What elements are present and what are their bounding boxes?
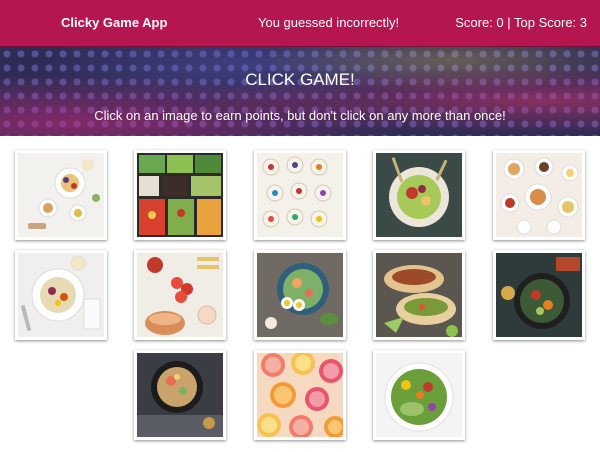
- oatmeal-image: [18, 253, 104, 337]
- grain-bowl-image: [137, 353, 223, 437]
- app-brand[interactable]: Clicky Game App: [61, 15, 167, 30]
- image-card-9[interactable]: [373, 250, 465, 340]
- game-title: CLICK GAME!: [245, 70, 355, 89]
- image-card-5[interactable]: [493, 150, 585, 240]
- image-card-2[interactable]: [134, 150, 226, 240]
- tarts-image: [257, 153, 343, 237]
- salad-plate-image: [376, 153, 462, 237]
- tomatoes-image: [137, 253, 223, 337]
- navbar: Clicky Game App You guessed incorrectly!…: [0, 0, 600, 47]
- poke-bowl-image: [257, 253, 343, 337]
- salad-bowl-image: [376, 353, 462, 437]
- brunch-image: [496, 153, 582, 237]
- score-display: Score: 0 | Top Score: 3: [455, 15, 587, 30]
- image-card-3[interactable]: [254, 150, 346, 240]
- breakfast-image: [18, 153, 104, 237]
- skillet-image: [496, 253, 582, 337]
- salad-bowls-image: [137, 153, 223, 237]
- image-card-4[interactable]: [373, 150, 465, 240]
- image-card-13[interactable]: [373, 350, 465, 440]
- game-instructions: Click on an image to earn points, but do…: [94, 108, 506, 123]
- image-card-10[interactable]: [493, 250, 585, 340]
- image-card-1[interactable]: [15, 150, 107, 240]
- guess-message: You guessed incorrectly!: [258, 15, 400, 30]
- image-card-11[interactable]: [134, 350, 226, 440]
- citrus-image: [257, 353, 343, 437]
- image-card-12[interactable]: [254, 350, 346, 440]
- image-card-6[interactable]: [15, 250, 107, 340]
- header-banner: CLICK GAME! Click on an image to earn po…: [0, 47, 600, 136]
- image-card-8[interactable]: [254, 250, 346, 340]
- image-card-7[interactable]: [134, 250, 226, 340]
- tacos-image: [376, 253, 462, 337]
